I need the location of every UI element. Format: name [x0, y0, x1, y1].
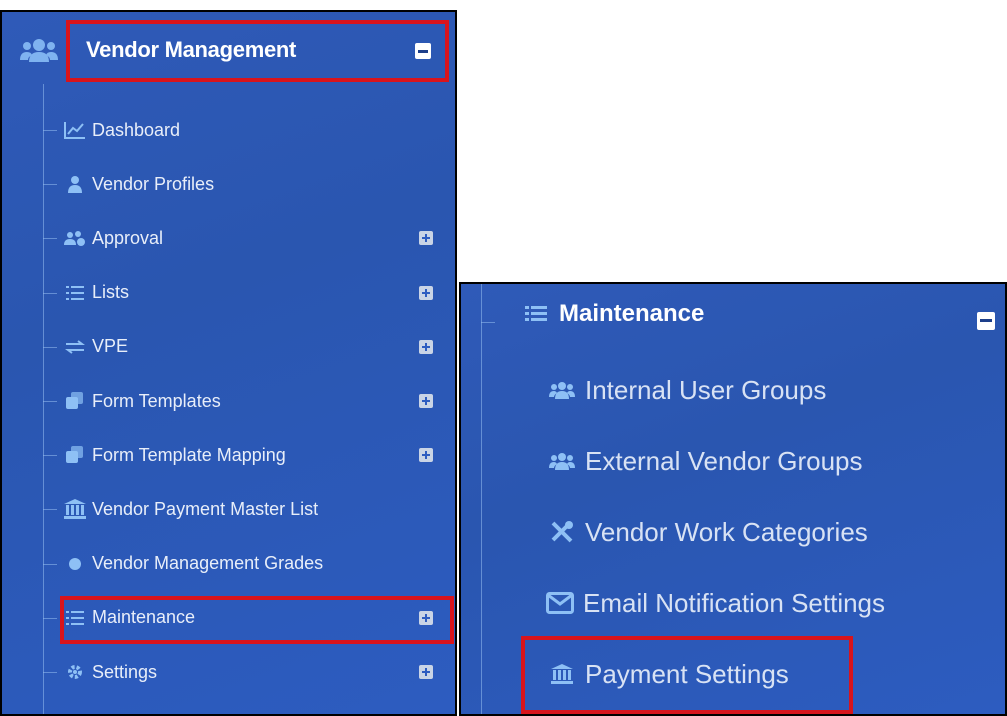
sidebar-item-form-template-mapping[interactable]: Form Template Mapping	[64, 435, 449, 475]
sidebar-item-label: Approval	[92, 227, 164, 248]
sidebar-item-settings[interactable]: Settings	[64, 652, 449, 692]
tree-tick	[43, 455, 57, 457]
header-highlight-box: Vendor Management	[66, 20, 449, 82]
submenu-item-label: External Vendor Groups	[585, 445, 863, 476]
users-cog-icon	[64, 228, 86, 248]
submenu-item-label: Vendor Work Categories	[585, 516, 868, 547]
header-title: Vendor Management	[86, 37, 297, 62]
sidebar-item-vendor-payment-master-list[interactable]: Vendor Payment Master List	[64, 489, 449, 529]
sidebar-item-label: Vendor Management Grades	[92, 553, 324, 574]
submenu-item-vendor-work-categories[interactable]: Vendor Work Categories	[547, 506, 868, 558]
sidebar-item-vpe[interactable]: VPE	[64, 327, 449, 367]
sidebar-item-label: Vendor Payment Master List	[92, 498, 319, 519]
chart-line-icon	[64, 120, 86, 140]
gear-icon	[64, 662, 86, 682]
vendor-management-menu: Vendor Management Dashboard Vendor Profil…	[0, 10, 457, 716]
tree-tick	[43, 617, 57, 619]
clone-icon	[64, 391, 86, 411]
tree-tick	[43, 130, 57, 131]
payment-settings-highlight-box	[521, 636, 853, 714]
expand-icon[interactable]	[419, 285, 433, 300]
tree-tick	[481, 322, 495, 323]
sidebar-item-lists[interactable]: Lists	[64, 273, 449, 313]
submenu-item-email-notification-settings[interactable]: Email Notification Settings	[545, 577, 885, 629]
tree-tick	[43, 509, 57, 511]
expand-icon[interactable]	[419, 448, 433, 463]
envelope-icon	[545, 589, 575, 617]
users-icon	[20, 36, 58, 66]
tree-tick	[43, 238, 57, 240]
tree-tick	[43, 292, 57, 294]
expand-icon[interactable]	[419, 394, 433, 408]
tree-line	[481, 284, 482, 714]
tree-tick	[43, 563, 57, 565]
bank-icon	[64, 499, 86, 520]
users-icon	[547, 447, 577, 475]
expand-icon[interactable]	[419, 665, 433, 679]
collapse-icon[interactable]	[977, 312, 995, 330]
list-icon	[64, 283, 86, 303]
submenu-item-internal-user-groups[interactable]: Internal User Groups	[547, 364, 826, 416]
expand-icon[interactable]	[419, 231, 433, 246]
tree-tick	[43, 184, 57, 186]
sidebar-item-label: VPE	[92, 336, 129, 357]
user-tie-icon	[64, 174, 86, 194]
sidebar-item-label: Lists	[92, 282, 130, 303]
maintenance-title[interactable]: Maintenance	[521, 300, 704, 328]
tree-tick	[43, 672, 57, 673]
sidebar-item-approval[interactable]: Approval	[64, 218, 449, 258]
tools-icon	[547, 518, 577, 546]
vendor-management-header[interactable]: Vendor Management	[10, 20, 449, 82]
sidebar-item-label: Settings	[92, 661, 158, 682]
sidebar-item-label: Vendor Profiles	[92, 173, 215, 194]
submenu-item-external-vendor-groups[interactable]: External Vendor Groups	[547, 435, 863, 487]
maintenance-highlight-box	[60, 596, 454, 644]
expand-icon[interactable]	[419, 339, 433, 354]
tree-line	[43, 84, 44, 714]
list-icon	[521, 301, 551, 327]
submenu-item-label: Email Notification Settings	[583, 587, 886, 618]
maintenance-title-label: Maintenance	[559, 300, 705, 327]
clone-icon	[64, 445, 86, 465]
sidebar-item-vendor-management-grades[interactable]: Vendor Management Grades	[64, 544, 449, 584]
circle-icon	[64, 554, 86, 574]
sidebar-item-vendor-profiles[interactable]: Vendor Profiles	[64, 164, 449, 204]
submenu-item-label: Internal User Groups	[585, 374, 827, 405]
sidebar-item-label: Dashboard	[92, 119, 181, 140]
exchange-icon	[64, 337, 86, 357]
sidebar-item-label: Form Templates	[92, 390, 221, 411]
tree-tick	[43, 346, 57, 348]
collapse-icon[interactable]	[415, 43, 431, 59]
users-icon	[547, 376, 577, 404]
maintenance-submenu: Maintenance Internal User Groups External…	[459, 282, 1007, 716]
sidebar-item-form-templates[interactable]: Form Templates	[64, 381, 449, 421]
sidebar-item-label: Form Template Mapping	[92, 444, 286, 465]
tree-tick	[43, 401, 57, 402]
sidebar-item-dashboard[interactable]: Dashboard	[64, 110, 449, 150]
